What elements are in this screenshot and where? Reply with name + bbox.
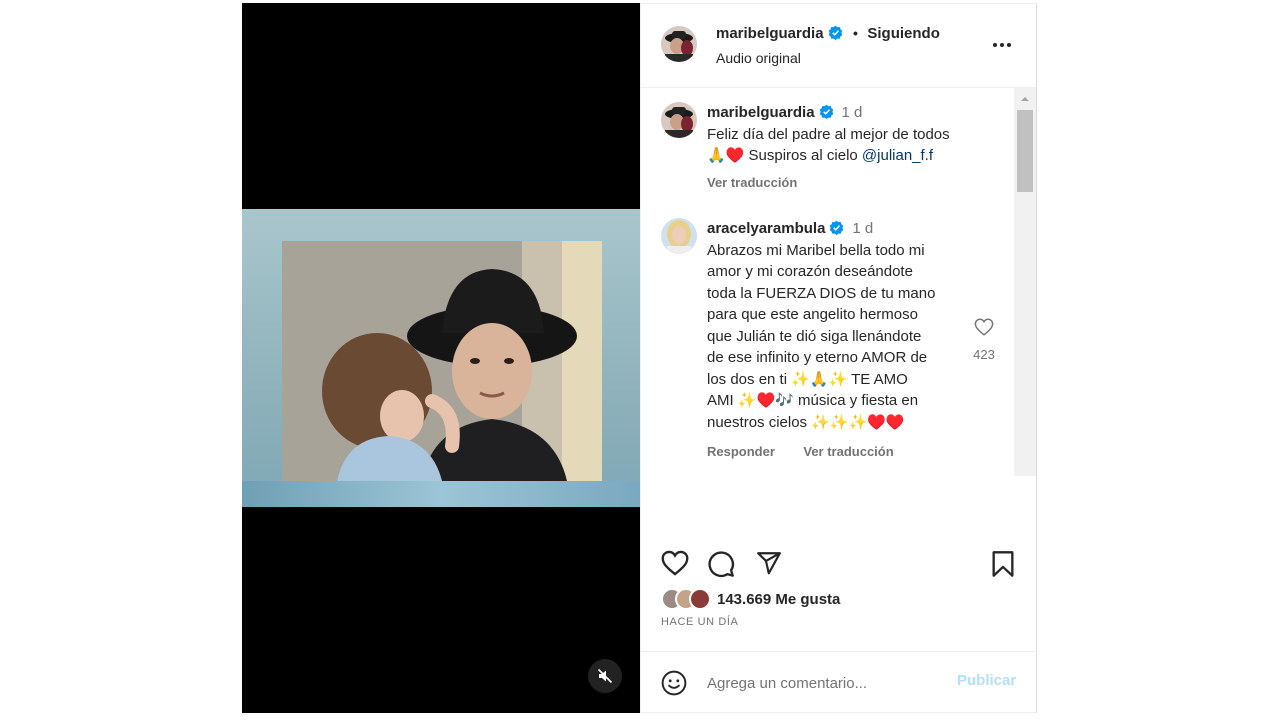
- author-username[interactable]: maribelguardia: [716, 25, 824, 42]
- publish-button[interactable]: Publicar: [957, 672, 1016, 689]
- caption-avatar-image: [661, 102, 697, 138]
- header-title-row: maribelguardia • Siguiendo: [716, 25, 940, 43]
- caption-avatar[interactable]: [661, 102, 697, 138]
- author-avatar-image: [661, 26, 697, 62]
- post-modal: maribelguardia • Siguiendo Audio origina…: [242, 3, 1038, 713]
- comment-header: aracelyarambula 1 d: [707, 218, 1037, 240]
- audio-label[interactable]: Audio original: [716, 50, 801, 66]
- comment-like-count: 423: [973, 347, 995, 362]
- comment-time[interactable]: 1 d: [852, 220, 873, 237]
- caption-mention-link[interactable]: @julian_f.f: [862, 147, 933, 164]
- caption-time[interactable]: 1 d: [842, 104, 863, 121]
- comment-bubble-icon[interactable]: [707, 550, 735, 578]
- comment-like: 423: [971, 318, 997, 362]
- comment-line-7: los dos en ti ✨🙏✨ TE AMO: [707, 370, 908, 388]
- commenter-username[interactable]: aracelyarambula: [707, 220, 825, 237]
- caption-header: maribelguardia 1 d: [707, 102, 1037, 124]
- save-bookmark-icon[interactable]: [991, 550, 1015, 578]
- caption-username[interactable]: maribelguardia: [707, 104, 815, 121]
- verified-badge-icon: [830, 220, 844, 235]
- video-bottom-strip: [242, 481, 640, 507]
- comment-input[interactable]: [705, 670, 949, 696]
- comment-line-2: amor y mi corazón deseándote: [707, 263, 913, 280]
- video-frame: [242, 209, 640, 507]
- side-panel: maribelguardia • Siguiendo Audio origina…: [640, 3, 1037, 713]
- comment-line-9: nuestros cielos ✨✨✨♥️♥️: [707, 413, 905, 431]
- post-header: maribelguardia • Siguiendo Audio origina…: [641, 4, 1037, 88]
- more-horizontal-icon: [993, 43, 1011, 47]
- comment-translate-button[interactable]: Ver traducción: [803, 444, 893, 459]
- comment-line-3: toda la FUERZA DIOS de tu mano: [707, 284, 936, 302]
- comment-actions: Responder Ver traducción: [707, 443, 1037, 461]
- caption-translate-button[interactable]: Ver traducción: [707, 175, 1037, 190]
- more-options-button[interactable]: [991, 34, 1013, 61]
- caption-line-1: Feliz día del padre al mejor de todos: [707, 125, 950, 143]
- likes-count[interactable]: 143.669 Me gusta: [717, 591, 840, 608]
- comments-list[interactable]: maribelguardia 1 d Feliz día del padre al…: [641, 88, 1037, 476]
- caption-line-2-text: 🙏♥️ Suspiros al cielo: [707, 147, 862, 164]
- likes-row[interactable]: 143.669 Me gusta: [661, 588, 840, 610]
- share-paper-plane-icon[interactable]: [755, 550, 783, 576]
- post-actions: 143.669 Me gusta HACE UN DÍA: [641, 544, 1037, 654]
- mute-button[interactable]: [588, 659, 622, 693]
- commenter-avatar-image: [661, 218, 697, 254]
- post-time-ago[interactable]: HACE UN DÍA: [661, 616, 739, 628]
- dot-separator: •: [853, 25, 858, 41]
- scroll-up-arrow-icon[interactable]: [1014, 92, 1036, 106]
- comment-line-8: AMI ✨♥️🎶 música y fiesta en: [707, 392, 919, 409]
- verified-badge-icon: [819, 104, 833, 119]
- muted-speaker-icon: [597, 668, 613, 684]
- following-button[interactable]: Siguiendo: [867, 25, 940, 42]
- video-player[interactable]: [242, 3, 640, 713]
- like-heart-icon[interactable]: [661, 550, 689, 576]
- commenter-avatar[interactable]: [661, 218, 697, 254]
- author-avatar[interactable]: [661, 26, 697, 62]
- caption: maribelguardia 1 d Feliz día del padre al…: [707, 102, 1037, 190]
- add-comment-bar: Publicar: [641, 651, 1037, 713]
- comments-scrollbar[interactable]: [1014, 88, 1036, 476]
- caption-line-2: 🙏♥️ Suspiros al cielo @julian_f.f: [707, 145, 1037, 167]
- liker-avatar-3: [689, 588, 711, 610]
- emoji-smiley-icon[interactable]: [661, 670, 687, 696]
- verified-badge-icon: [828, 25, 842, 40]
- reply-button[interactable]: Responder: [707, 444, 775, 459]
- video-image: [282, 241, 602, 481]
- video-illustration: [282, 241, 602, 481]
- comment-line-1: Abrazos mi Maribel bella todo mi: [707, 241, 925, 259]
- scrollbar-thumb[interactable]: [1017, 110, 1033, 192]
- comment-like-heart-icon[interactable]: [974, 318, 994, 336]
